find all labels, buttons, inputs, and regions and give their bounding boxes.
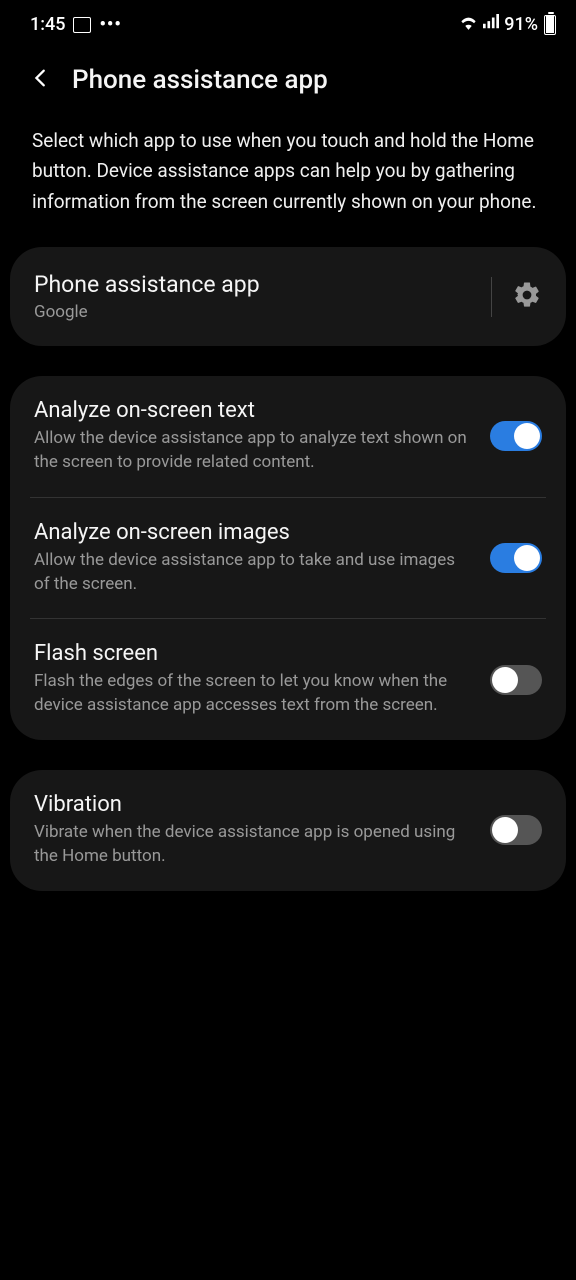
status-time: 1:45: [30, 14, 65, 35]
app-selector-title: Phone assistance app: [34, 271, 491, 298]
more-icon: •••: [99, 14, 121, 35]
back-icon[interactable]: [30, 63, 52, 96]
analyze-text-toggle[interactable]: [490, 421, 542, 451]
analyze-images-desc: Allow the device assistance app to take …: [34, 549, 474, 597]
analyze-text-desc: Allow the device assistance app to analy…: [34, 427, 474, 475]
analyze-text-row[interactable]: Analyze on-screen text Allow the device …: [10, 376, 566, 497]
divider: [491, 277, 492, 317]
header: Phone assistance app: [0, 43, 576, 106]
wifi-icon: [459, 14, 478, 35]
analyze-images-title: Analyze on-screen images: [34, 520, 474, 545]
vibration-desc: Vibrate when the device assistance app i…: [34, 821, 474, 869]
flash-screen-title: Flash screen: [34, 641, 474, 666]
analyze-text-title: Analyze on-screen text: [34, 398, 474, 423]
app-selector-card: Phone assistance app Google: [10, 247, 566, 346]
app-selector-row[interactable]: Phone assistance app Google: [10, 247, 566, 346]
status-right: 91%: [459, 14, 556, 35]
flash-screen-row[interactable]: Flash screen Flash the edges of the scre…: [10, 619, 566, 740]
image-icon: [73, 17, 91, 33]
vibration-title: Vibration: [34, 792, 474, 817]
app-selector-value: Google: [34, 302, 491, 322]
status-left: 1:45 •••: [30, 14, 122, 35]
analyze-images-toggle[interactable]: [490, 543, 542, 573]
signal-icon: [482, 14, 500, 35]
vibration-toggle[interactable]: [490, 815, 542, 845]
status-bar: 1:45 ••• 91%: [0, 0, 576, 43]
page-title: Phone assistance app: [72, 65, 328, 95]
gear-icon[interactable]: [512, 280, 542, 314]
battery-percent: 91%: [504, 14, 538, 35]
analyze-images-row[interactable]: Analyze on-screen images Allow the devic…: [10, 498, 566, 619]
feature-settings-card: Analyze on-screen text Allow the device …: [10, 376, 566, 740]
battery-icon: [544, 15, 556, 35]
flash-screen-toggle[interactable]: [490, 665, 542, 695]
flash-screen-desc: Flash the edges of the screen to let you…: [34, 670, 474, 718]
vibration-row[interactable]: Vibration Vibrate when the device assist…: [10, 770, 566, 891]
vibration-card: Vibration Vibrate when the device assist…: [10, 770, 566, 891]
page-description: Select which app to use when you touch a…: [0, 106, 576, 237]
